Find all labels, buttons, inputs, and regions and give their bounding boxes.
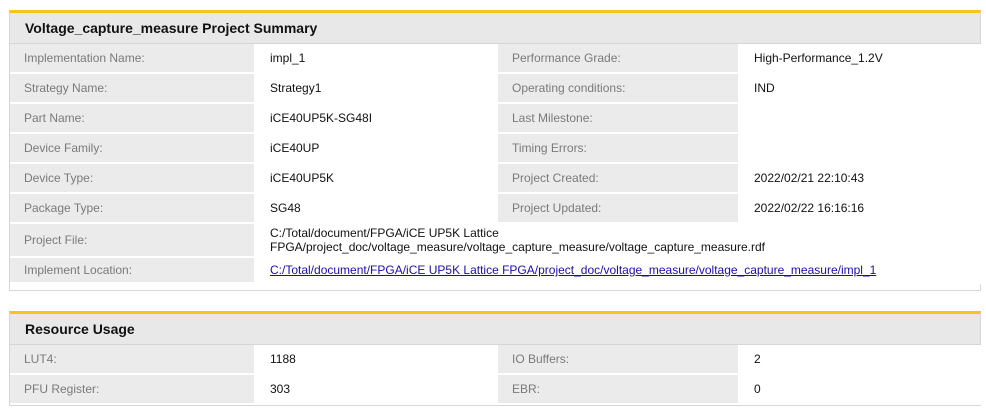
project-created-value: 2022/02/21 22:10:43 [739, 163, 981, 194]
ebr-label: EBR: [497, 374, 740, 405]
implement-location-link[interactable]: C:/Total/document/FPGA/iCE UP5K Lattice … [270, 263, 876, 277]
device-type-value: iCE40UP5K [255, 163, 498, 194]
project-file-value: C:/Total/document/FPGA/iCE UP5K Lattice … [255, 223, 981, 258]
implementation-name-label: Implementation Name: [10, 44, 256, 74]
summary-row-part: Part Name: iCE40UP5K-SG48I Last Mileston… [10, 103, 981, 134]
operating-conditions-value: IND [739, 73, 981, 104]
device-family-label: Device Family: [10, 133, 256, 164]
last-milestone-value [739, 103, 981, 134]
io-buffers-value: 2 [739, 345, 981, 375]
project-summary-title: Voltage_capture_measure Project Summary [10, 13, 980, 44]
summary-row-strategy: Strategy Name: Strategy1 Operating condi… [10, 73, 981, 104]
device-family-value: iCE40UP [255, 133, 498, 164]
project-updated-value: 2022/02/22 16:16:16 [739, 193, 981, 224]
device-type-label: Device Type: [10, 163, 256, 194]
project-summary-table: Implementation Name: impl_1 Performance … [10, 44, 981, 284]
summary-row-implementation: Implementation Name: impl_1 Performance … [10, 44, 981, 74]
implement-location-label: Implement Location: [10, 257, 256, 284]
resource-row-pfu: PFU Register: 303 EBR: 0 [10, 374, 981, 405]
resource-usage-table: LUT4: 1188 IO Buffers: 2 PFU Register: 3… [10, 345, 981, 405]
implement-location-cell: C:/Total/document/FPGA/iCE UP5K Lattice … [255, 257, 981, 284]
part-name-label: Part Name: [10, 103, 256, 134]
project-summary-panel: Voltage_capture_measure Project Summary … [9, 10, 981, 291]
lut4-label: LUT4: [10, 345, 256, 375]
timing-errors-value [739, 133, 981, 164]
project-created-label: Project Created: [497, 163, 740, 194]
implementation-name-value: impl_1 [255, 44, 498, 74]
io-buffers-label: IO Buffers: [497, 345, 740, 375]
strategy-name-label: Strategy Name: [10, 73, 256, 104]
resource-usage-panel: Resource Usage LUT4: 1188 IO Buffers: 2 … [9, 311, 981, 406]
summary-row-project-file: Project File: C:/Total/document/FPGA/iCE… [10, 223, 981, 258]
summary-row-device-type: Device Type: iCE40UP5K Project Created: … [10, 163, 981, 194]
project-file-label: Project File: [10, 223, 256, 258]
part-name-value: iCE40UP5K-SG48I [255, 103, 498, 134]
timing-errors-label: Timing Errors: [497, 133, 740, 164]
package-type-value: SG48 [255, 193, 498, 224]
pfu-register-value: 303 [255, 374, 498, 405]
summary-row-family: Device Family: iCE40UP Timing Errors: [10, 133, 981, 164]
ebr-value: 0 [739, 374, 981, 405]
performance-grade-value: High-Performance_1.2V [739, 44, 981, 74]
lut4-value: 1188 [255, 345, 498, 375]
summary-row-package: Package Type: SG48 Project Updated: 2022… [10, 193, 981, 224]
project-updated-label: Project Updated: [497, 193, 740, 224]
package-type-label: Package Type: [10, 193, 256, 224]
operating-conditions-label: Operating conditions: [497, 73, 740, 104]
resource-usage-title: Resource Usage [10, 314, 980, 345]
resource-row-lut: LUT4: 1188 IO Buffers: 2 [10, 345, 981, 375]
summary-row-implement-location: Implement Location: C:/Total/document/FP… [10, 257, 981, 284]
performance-grade-label: Performance Grade: [497, 44, 740, 74]
strategy-name-value: Strategy1 [255, 73, 498, 104]
pfu-register-label: PFU Register: [10, 374, 256, 405]
last-milestone-label: Last Milestone: [497, 103, 740, 134]
